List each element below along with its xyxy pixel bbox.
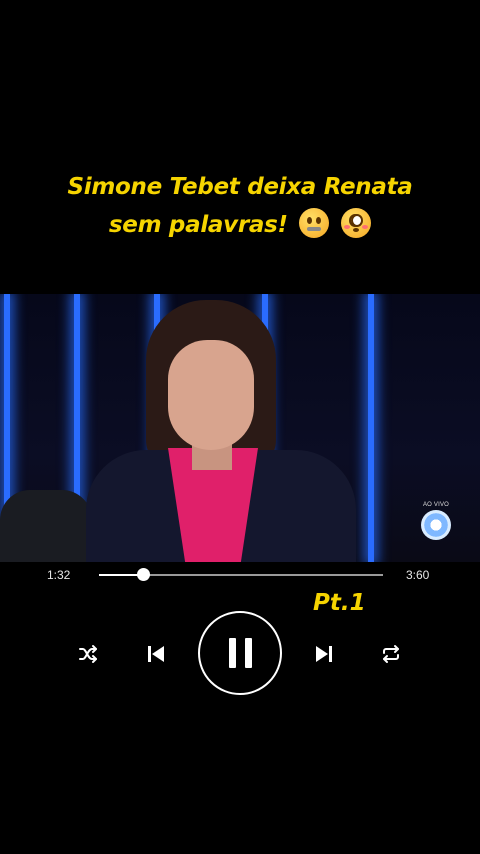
pause-button[interactable]: [198, 611, 282, 695]
zipper-mouth-emoji-icon: [299, 208, 330, 238]
studio-light-bar: [368, 294, 374, 562]
broadcaster-badge: AO VIVO: [418, 502, 454, 540]
previous-button[interactable]: [142, 640, 170, 668]
previous-icon: [148, 646, 164, 662]
caption-line-2: sem palavras!: [108, 212, 288, 238]
speaker-figure: [86, 300, 356, 562]
video-caption: Simone Tebet deixa Renata sem palavras!: [0, 168, 480, 244]
total-time: 3:60: [406, 568, 430, 582]
shuffle-button[interactable]: [74, 640, 102, 668]
pause-icon: [228, 638, 252, 668]
caption-line-1: Simone Tebet deixa Renata: [67, 174, 413, 200]
chair: [0, 490, 92, 562]
video-frame[interactable]: AO VIVO: [0, 294, 480, 562]
repeat-icon: [383, 645, 399, 663]
next-icon: [316, 646, 332, 662]
progress-knob[interactable]: [137, 568, 151, 581]
globo-icon: [421, 510, 451, 540]
current-time: 1:32: [47, 568, 71, 582]
part-label: Pt.1: [313, 590, 366, 616]
next-button[interactable]: [310, 640, 338, 668]
shuffle-icon: [79, 645, 97, 663]
repeat-button[interactable]: [377, 640, 405, 668]
flushed-face-emoji-icon: [341, 208, 372, 238]
live-label: AO VIVO: [422, 502, 450, 508]
caption-line-2-wrap: sem palavras!: [0, 206, 480, 244]
